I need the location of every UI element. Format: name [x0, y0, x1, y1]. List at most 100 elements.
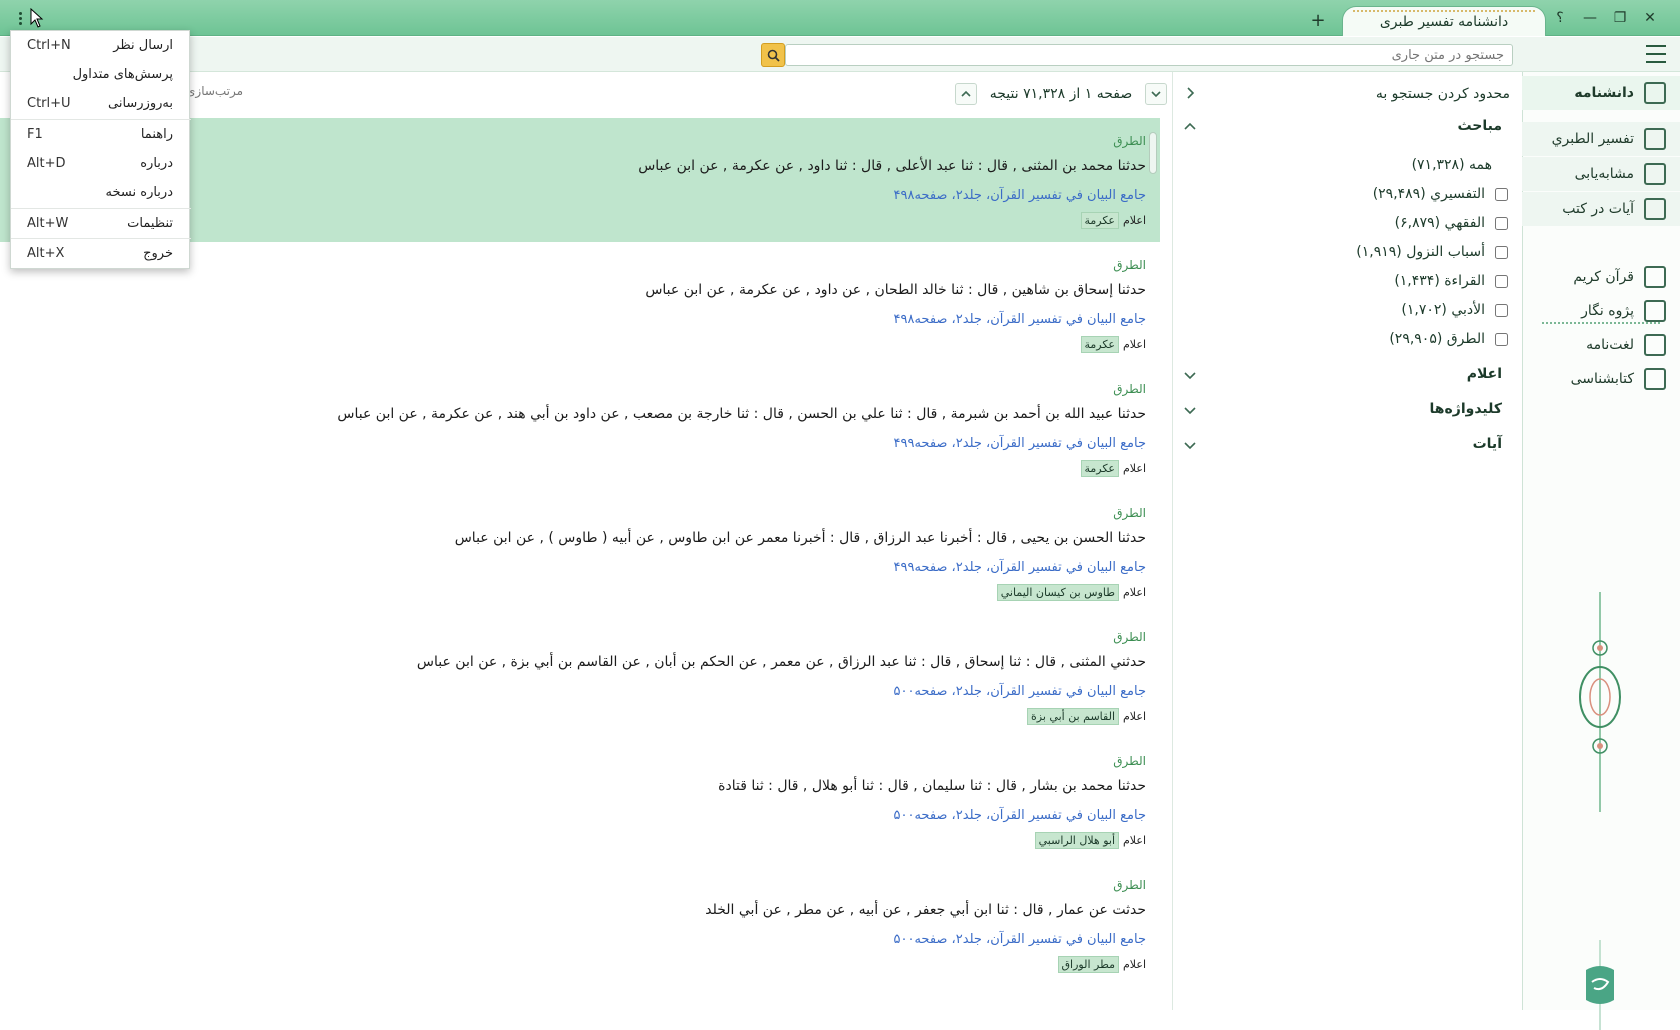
result-category: الطرق: [1113, 754, 1146, 768]
results-scrollbar[interactable]: [1147, 118, 1159, 998]
section-ayat[interactable]: آیات: [1473, 436, 1502, 452]
menu-item-help[interactable]: F1 راهنما: [11, 120, 191, 148]
result-source-link[interactable]: جامع البيان في تفسير القرآن، جلد۲، صفحه۴…: [894, 436, 1147, 451]
facet-option-label: الطرق (۲۹,۹۰۵): [1389, 331, 1485, 347]
menu-item-settings[interactable]: Alt+W تنظیمات: [11, 209, 191, 237]
main-menu-popup: Ctrl+N ارسال نظر پرسش‌های متداول Ctrl+U …: [10, 30, 191, 269]
facet-option-qiraa[interactable]: القراءة (۱,۴۳۴): [1394, 273, 1508, 289]
restore-button[interactable]: ❐: [1608, 6, 1632, 30]
search-input[interactable]: [785, 44, 1513, 66]
sort-label[interactable]: مرتب‌سازی: [186, 84, 243, 98]
facet-option-fiqhi[interactable]: الفقهي (۶,۸۷۹): [1395, 215, 1508, 231]
sidebar-item-dictionary[interactable]: لغت‌نامه: [1522, 328, 1680, 362]
menu-label: خروج: [143, 245, 173, 261]
sidebar-item-bibliography[interactable]: کتابشناسی: [1522, 362, 1680, 396]
result-item[interactable]: الطرق حدثنا محمد بن بشار , قال : ثنا سلي…: [0, 738, 1160, 862]
tag-label: اعلام: [1123, 338, 1146, 351]
verse-book-icon: [1644, 198, 1666, 220]
section-keywords[interactable]: کلیدواژه‌ها: [1430, 401, 1502, 417]
result-item[interactable]: الطرق حدثت عن عمار , قال : ثنا ابن أبي ج…: [0, 862, 1160, 986]
chevron-up-icon[interactable]: [1183, 120, 1197, 134]
menu-label: راهنما: [140, 126, 173, 142]
right-sidebar: دانشنامه تفسیر الطبري مشابه‌یابی آیات در…: [1522, 72, 1680, 1030]
person-tag[interactable]: عكرمة: [1080, 460, 1119, 477]
sidebar-item-label: پژوه نگار: [1581, 303, 1634, 319]
facet-all-label: همه (۷۱,۳۲۸): [1411, 157, 1492, 173]
sidebar-item-verses-in-books[interactable]: آیات در کتب: [1522, 192, 1680, 226]
chevron-down-icon[interactable]: [1183, 368, 1197, 382]
person-tag[interactable]: القاسم بن أبي بزة: [1027, 708, 1119, 725]
tag-label: اعلام: [1123, 834, 1146, 847]
person-tag[interactable]: عكرمة: [1080, 212, 1119, 229]
result-tags: اعلام أبو هلال الراسبي: [1034, 832, 1146, 849]
sidebar-item-similarity[interactable]: مشابه‌یابی: [1522, 157, 1680, 191]
result-source-link[interactable]: جامع البيان في تفسير القرآن، جلد۲، صفحه۴…: [894, 188, 1147, 203]
chevron-up-icon: [961, 90, 971, 97]
result-text: حدثت عن عمار , قال : ثنا ابن أبي جعفر , …: [705, 902, 1146, 918]
result-source-link[interactable]: جامع البيان في تفسير القرآن، جلد۲، صفحه۴…: [894, 560, 1147, 575]
tab-tabari-encyclopedia[interactable]: دانشنامه تفسیر طبری: [1342, 6, 1546, 36]
person-tag[interactable]: مطر الوراق: [1057, 956, 1119, 973]
close-button[interactable]: ✕: [1638, 6, 1662, 30]
result-source-link[interactable]: جامع البيان في تفسير القرآن، جلد۲، صفحه۵…: [894, 932, 1147, 947]
main-menu-button[interactable]: [10, 8, 30, 28]
menu-item-faq[interactable]: پرسش‌های متداول: [11, 60, 191, 88]
result-category: الطرق: [1113, 258, 1146, 272]
search-button[interactable]: [761, 43, 785, 67]
facet-option-label: أسباب النزول (۱,۹۱۹): [1356, 244, 1485, 260]
prev-page-button[interactable]: [955, 83, 977, 105]
facet-option-asbab[interactable]: أسباب النزول (۱,۹۱۹): [1356, 244, 1508, 260]
menu-shortcut: Ctrl+U: [27, 95, 71, 111]
menu-label: به‌روزرسانی: [107, 95, 173, 111]
menu-shortcut: Alt+D: [27, 155, 66, 171]
menu-shortcut: Ctrl+N: [27, 37, 71, 53]
facet-all[interactable]: همه (۷۱,۳۲۸): [1412, 157, 1492, 173]
menu-label: تنظیمات: [127, 215, 173, 231]
help-button[interactable]: ؟: [1548, 6, 1572, 30]
facet-checkbox[interactable]: [1495, 332, 1508, 346]
result-source-link[interactable]: جامع البيان في تفسير القرآن، جلد۲، صفحه۴…: [894, 312, 1147, 327]
facet-checkbox[interactable]: [1495, 303, 1508, 317]
result-item[interactable]: الطرق حدثنا الحسن بن يحيى , قال : أخبرنا…: [0, 490, 1160, 614]
person-tag[interactable]: عكرمة: [1080, 336, 1119, 353]
person-tag[interactable]: طاوس بن كيسان اليماني: [996, 584, 1119, 601]
chevron-down-icon: [1151, 91, 1161, 98]
section-alam[interactable]: اعلام: [1467, 366, 1502, 382]
next-page-button[interactable]: [1145, 83, 1167, 105]
tag-label: اعلام: [1123, 586, 1146, 599]
add-tab-button[interactable]: +: [1308, 10, 1328, 31]
result-tags: اعلام عكرمة: [1080, 336, 1146, 353]
result-item[interactable]: الطرق حدثنا عبيد الله بن أحمد بن شبرمة ,…: [0, 366, 1160, 490]
sidebar-item-quran[interactable]: قرآن کریم: [1522, 260, 1680, 294]
facet-option-tafsiri[interactable]: التفسيري (۲۹,۴۸۹): [1373, 186, 1508, 202]
menu-item-update[interactable]: Ctrl+U به‌روزرسانی: [11, 89, 191, 117]
menu-item-about-version[interactable]: درباره نسخه: [11, 178, 191, 206]
result-source-link[interactable]: جامع البيان في تفسير القرآن، جلد۲، صفحه۵…: [894, 684, 1147, 699]
facet-checkbox[interactable]: [1495, 187, 1508, 201]
scrollbar-thumb[interactable]: [1149, 132, 1157, 174]
minimize-button[interactable]: —: [1578, 6, 1602, 30]
collapse-panel-icon[interactable]: [1183, 86, 1197, 100]
chevron-down-icon[interactable]: [1183, 438, 1197, 452]
menu-item-send-feedback[interactable]: Ctrl+N ارسال نظر: [11, 31, 191, 59]
hamburger-menu-icon[interactable]: [1646, 45, 1666, 63]
facet-checkbox[interactable]: [1495, 216, 1508, 230]
chevron-down-icon[interactable]: [1183, 403, 1197, 417]
person-tag[interactable]: أبو هلال الراسبي: [1034, 832, 1119, 849]
menu-item-about[interactable]: Alt+D درباره: [11, 149, 191, 177]
sidebar-item-encyclopedia[interactable]: دانشنامه: [1522, 76, 1680, 110]
menu-item-exit[interactable]: Alt+X خروج: [11, 239, 191, 267]
window-controls: ؟ — ❐ ✕: [1548, 6, 1662, 30]
menu-label: پرسش‌های متداول: [72, 66, 173, 82]
facet-checkbox[interactable]: [1495, 274, 1508, 288]
sidebar-item-label: دانشنامه: [1574, 85, 1634, 101]
result-source-link[interactable]: جامع البيان في تفسير القرآن، جلد۲، صفحه۵…: [894, 808, 1147, 823]
sidebar-item-pajoohnegar[interactable]: پژوه نگار: [1522, 294, 1680, 328]
result-item[interactable]: الطرق حدثني المثنى , قال : ثنا إسحاق , ق…: [0, 614, 1160, 738]
facet-option-toroq[interactable]: الطرق (۲۹,۹۰۵): [1389, 331, 1508, 347]
section-mabahes[interactable]: مباحث: [1457, 118, 1502, 134]
result-category: الطرق: [1113, 878, 1146, 892]
sidebar-item-tafsir[interactable]: تفسیر الطبري: [1522, 122, 1680, 156]
facet-checkbox[interactable]: [1495, 245, 1508, 259]
facet-option-adabi[interactable]: الأدبي (۱,۷۰۲): [1401, 302, 1508, 318]
